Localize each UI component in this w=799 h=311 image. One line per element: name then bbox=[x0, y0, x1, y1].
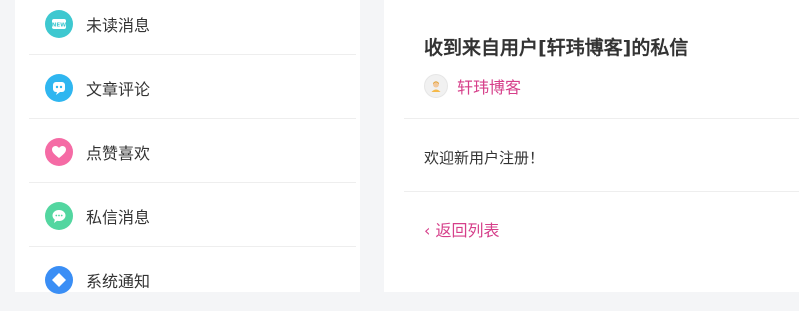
chat-icon bbox=[45, 201, 73, 230]
divider bbox=[29, 182, 356, 183]
divider bbox=[29, 246, 356, 247]
comment-icon bbox=[45, 73, 73, 102]
sidebar-item-comments[interactable]: 文章评论 bbox=[29, 56, 356, 119]
new-message-icon: NEW bbox=[45, 9, 73, 38]
svg-text:NEW: NEW bbox=[52, 22, 66, 28]
sidebar-item-label: 点赞喜欢 bbox=[86, 143, 151, 163]
user-avatar-icon bbox=[431, 81, 441, 92]
heart-icon bbox=[45, 137, 73, 166]
sidebar-item-label: 系统通知 bbox=[86, 271, 151, 291]
notification-icon bbox=[45, 265, 73, 294]
back-to-list-link[interactable]: ‹ 返回列表 bbox=[424, 217, 500, 241]
message-detail-panel: 收到来自用户[轩玮博客]的私信 轩玮博客 欢迎新用户注册！ ‹ 返回列表 bbox=[384, 0, 799, 292]
divider bbox=[404, 191, 799, 192]
sidebar-item-label: 未读消息 bbox=[86, 15, 151, 35]
sidebar-item-label: 文章评论 bbox=[86, 79, 151, 99]
divider bbox=[29, 54, 356, 55]
message-body: 欢迎新用户注册！ bbox=[424, 149, 545, 167]
sidebar-item-likes[interactable]: 点赞喜欢 bbox=[29, 120, 356, 183]
sender-info: 轩玮博客 bbox=[424, 74, 521, 98]
divider bbox=[29, 118, 356, 119]
sender-name-link[interactable]: 轩玮博客 bbox=[457, 74, 521, 98]
avatar bbox=[424, 74, 448, 98]
page-title: 收到来自用户[轩玮博客]的私信 bbox=[424, 37, 689, 59]
divider bbox=[404, 118, 799, 119]
sidebar-item-label: 私信消息 bbox=[86, 207, 151, 227]
sidebar-item-private-messages[interactable]: 私信消息 bbox=[29, 184, 356, 247]
message-sidebar: NEW 未读消息 文章评论 点赞喜欢 私信消息 系统通知 bbox=[15, 0, 360, 294]
sidebar-item-notifications[interactable]: 系统通知 bbox=[29, 248, 356, 311]
sidebar-item-unread[interactable]: NEW 未读消息 bbox=[29, 0, 356, 55]
